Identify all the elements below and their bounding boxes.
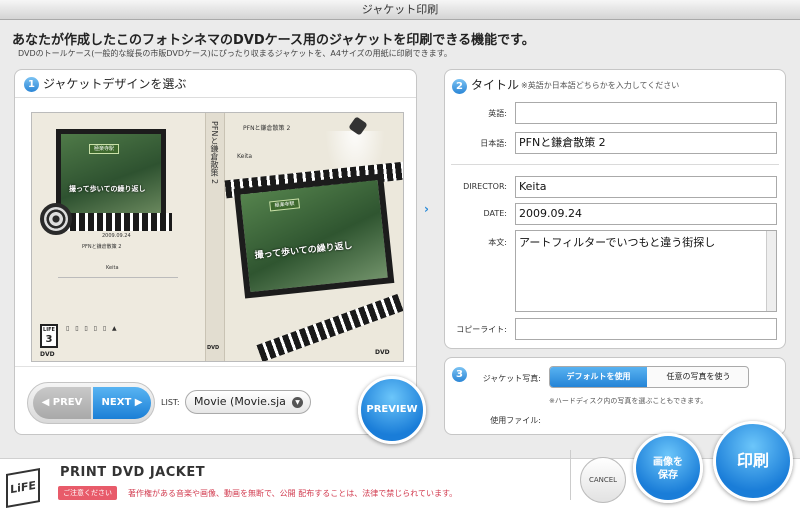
spine-dvd-logo: DVD bbox=[207, 345, 220, 351]
director-input[interactable]: Keita bbox=[515, 176, 777, 198]
body-scrollbar[interactable] bbox=[766, 231, 776, 311]
front-director: Keita bbox=[237, 153, 253, 160]
back-date: 2009.09.24 bbox=[102, 233, 131, 239]
title-panel: 2 タイトル ※英語か日本語どちらかを入力してください 英語: 日本語: PFN… bbox=[444, 69, 786, 349]
app-title: PRINT DVD JACKET bbox=[60, 465, 206, 480]
window-title: ジャケット印刷 bbox=[361, 3, 439, 16]
jacket-design-title: ジャケットデザインを選ぶ bbox=[43, 77, 187, 91]
front-dvd-logo: DVD bbox=[375, 349, 390, 356]
title-panel-heading: タイトル bbox=[471, 78, 520, 92]
warning-badge: ご注意ください bbox=[58, 486, 117, 500]
back-divider bbox=[58, 277, 178, 278]
body-textarea[interactable]: アートフィルターでいつもと違う街探し bbox=[515, 230, 777, 312]
window-titlebar: ジャケット印刷 bbox=[0, 0, 800, 20]
page-subline: DVDのトールケース(一般的な縦長の市販DVDケース)にぴったり収まるジャケット… bbox=[18, 49, 452, 58]
footer-separator bbox=[570, 450, 571, 500]
logo-word: LIFE bbox=[43, 327, 55, 333]
rating-icons: ▯ ▯ ▯ ▯ ▯ ▲ bbox=[66, 325, 119, 332]
cancel-button[interactable]: CANCEL bbox=[580, 457, 626, 503]
step-2-badge: 2 bbox=[452, 79, 467, 94]
step-1-badge: 1 bbox=[24, 77, 39, 92]
step-3-badge: 3 bbox=[452, 367, 467, 382]
photo-note: ※ハードディスク内の写真を選ぶこともできます。 bbox=[549, 397, 708, 405]
english-label: 英語: bbox=[488, 109, 507, 118]
use-default-button[interactable]: デフォルトを使用 bbox=[550, 367, 647, 387]
life-logo-text: LiFE bbox=[6, 468, 40, 508]
back-photo: 極楽寺駅 撮って歩いての繰り返し bbox=[56, 129, 166, 221]
life-logo-icon: LIFE 3 bbox=[40, 324, 58, 348]
use-custom-photo-button[interactable]: 任意の写真を使う bbox=[647, 367, 748, 387]
jacket-front-cover: PFNと鎌倉散策 2 Keita 極楽寺駅 撮って歩いての繰り返し DVD bbox=[224, 113, 403, 361]
date-label: DATE: bbox=[483, 209, 507, 218]
jacket-preview: 極楽寺駅 撮って歩いての繰り返し 2009.09.24 PFNと鎌倉散策 2 K… bbox=[31, 112, 404, 362]
copyright-input[interactable] bbox=[515, 318, 777, 340]
back-photo-title: 撮って歩いての繰り返し bbox=[69, 185, 146, 193]
front-title: PFNと鎌倉散策 2 bbox=[243, 125, 291, 132]
jacket-design-panel: ジャケットデザインを選ぶ 1 極楽寺駅 撮って歩いての繰り返し 2009.09.… bbox=[14, 69, 417, 435]
movie-list-select[interactable]: Movie (Movie.sja ▼ bbox=[185, 390, 311, 414]
jacket-spine: PFNと鎌倉散策 2 DVD bbox=[205, 113, 225, 361]
title-hint: ※英語か日本語どちらかを入力してください bbox=[521, 81, 680, 90]
jacket-photo-label: ジャケット写真: bbox=[482, 374, 541, 383]
photo-source-toggle: デフォルトを使用 任意の写真を使う bbox=[549, 366, 749, 388]
director-label: DIRECTOR: bbox=[463, 182, 507, 191]
copyright-warning: 著作権がある音楽や画像、動画を無断で、公開 配布することは、法律で禁じられていま… bbox=[128, 489, 458, 498]
japanese-label: 日本語: bbox=[480, 139, 507, 148]
chevron-down-icon: ▼ bbox=[292, 397, 303, 408]
jacket-nav-group: ◀ PREV NEXT ▶ bbox=[27, 382, 155, 424]
save-label-line2: 保存 bbox=[658, 470, 678, 481]
english-title-input[interactable] bbox=[515, 102, 777, 124]
life-app-icon: LiFE bbox=[6, 467, 44, 508]
page-headline: あなたが作成したこのフォトシネマのDVDケース用のジャケットを印刷できる機能です… bbox=[12, 33, 535, 48]
back-title: PFNと鎌倉散策 2 bbox=[82, 244, 122, 250]
save-label-line1: 画像を bbox=[653, 457, 683, 468]
movie-list-value: Movie (Movie.sja bbox=[194, 395, 286, 408]
preview-button[interactable]: PREVIEW bbox=[358, 376, 426, 444]
jacket-photo-panel: 3 ジャケット写真: デフォルトを使用 任意の写真を使う ※ハードディスク内の写… bbox=[444, 357, 786, 435]
station-sign: 極楽寺駅 bbox=[89, 144, 119, 154]
back-dvd-logo: DVD bbox=[40, 351, 55, 358]
body-text: アートフィルターでいつもと違う街探し bbox=[519, 236, 716, 249]
list-label: LIST: bbox=[161, 398, 180, 407]
panel-divider bbox=[15, 366, 416, 367]
logo-number: 3 bbox=[45, 334, 53, 345]
save-image-button[interactable]: 画像を 保存 bbox=[633, 433, 703, 503]
front-station-sign: 極楽寺駅 bbox=[269, 198, 301, 212]
used-file-label: 使用ファイル: bbox=[490, 416, 541, 425]
prev-button[interactable]: ◀ PREV bbox=[33, 387, 91, 419]
chevron-right-icon: › bbox=[424, 202, 429, 216]
film-reel-icon bbox=[40, 203, 72, 235]
print-button[interactable]: 印刷 bbox=[713, 421, 793, 501]
front-photo-title: 撮って歩いての繰り返し bbox=[254, 241, 354, 262]
next-button[interactable]: NEXT ▶ bbox=[93, 387, 151, 419]
copyright-label: コピーライト: bbox=[456, 325, 507, 334]
body-label: 本文: bbox=[488, 238, 507, 247]
back-director: Keita bbox=[106, 265, 119, 271]
japanese-title-input[interactable]: PFNと鎌倉散策 2 bbox=[515, 132, 777, 154]
title-separator bbox=[451, 164, 779, 165]
jacket-back-cover: 極楽寺駅 撮って歩いての繰り返し 2009.09.24 PFNと鎌倉散策 2 K… bbox=[32, 113, 205, 361]
date-input[interactable]: 2009.09.24 bbox=[515, 203, 777, 225]
front-photo: 極楽寺駅 撮って歩いての繰り返し bbox=[233, 173, 395, 299]
spine-title: PFNと鎌倉散策 2 bbox=[210, 121, 219, 185]
jacket-design-header: ジャケットデザインを選ぶ bbox=[15, 70, 416, 98]
